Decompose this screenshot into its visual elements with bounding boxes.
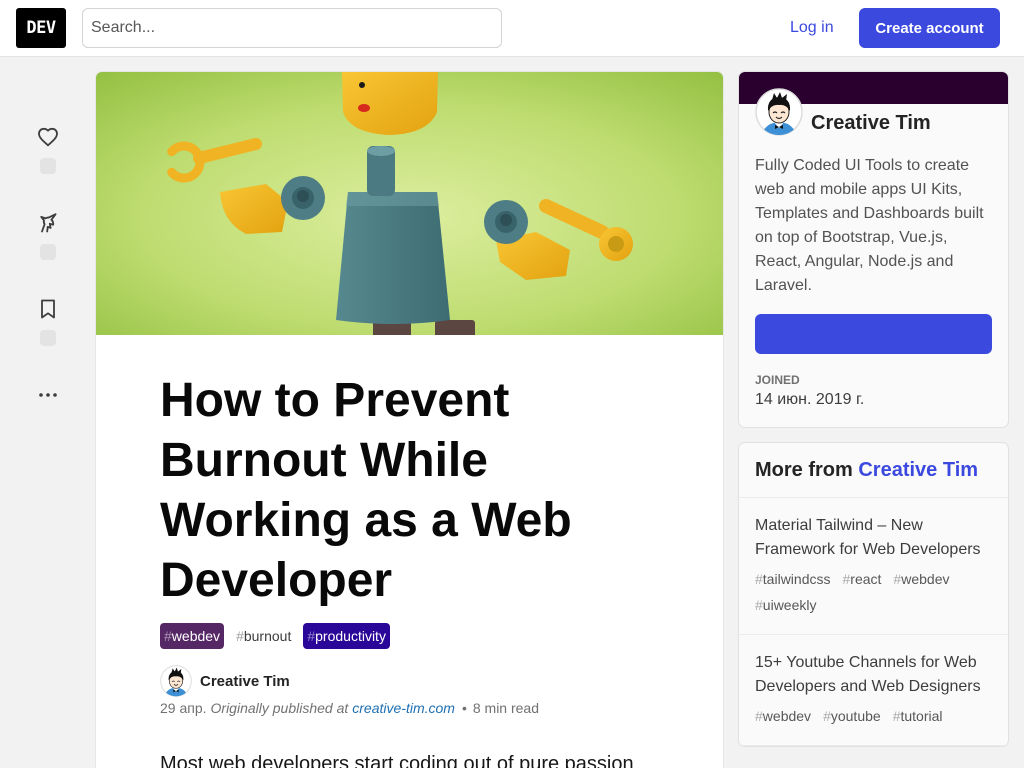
more-from-prefix: More from <box>755 459 853 481</box>
ellipsis-icon <box>28 375 68 415</box>
dev-logo[interactable]: DEV <box>16 8 66 48</box>
post-tag[interactable]: #youtube <box>823 703 881 729</box>
list-item[interactable]: 15+ Youtube Channels for Web Developers … <box>739 635 1008 746</box>
tag-label: webdev <box>901 571 950 587</box>
tag-burnout[interactable]: # burnout <box>232 623 295 649</box>
more-from-card: More from Creative Tim Material Tailwind… <box>739 443 1008 746</box>
tag-hash: # <box>892 708 901 724</box>
tag-label: youtube <box>830 708 881 724</box>
post-tag[interactable]: #uiweekly <box>755 592 817 618</box>
bookmark-icon <box>28 289 68 329</box>
author-avatar[interactable] <box>160 665 192 697</box>
post-tags: #webdev #youtube #tutorial <box>755 703 992 729</box>
reaction-count <box>40 244 56 260</box>
post-tag[interactable]: #webdev <box>755 703 811 729</box>
tag-hash: # <box>755 597 763 613</box>
more-options-button[interactable] <box>28 375 68 415</box>
article-header: How to Prevent Burnout While Working as … <box>96 335 723 749</box>
post-tag[interactable]: #react <box>843 566 882 592</box>
article-card: How to Prevent Burnout While Working as … <box>96 72 723 768</box>
tag-hash: # <box>823 708 831 724</box>
post-tag[interactable]: #tutorial <box>893 703 943 729</box>
tag-webdev[interactable]: # webdev <box>160 623 225 649</box>
unicorn-icon <box>28 203 68 243</box>
article-paragraph: Most web developers start coding out of … <box>160 753 634 768</box>
author-name-link[interactable]: Creative Tim <box>200 673 290 690</box>
tag-hash: # <box>164 628 172 644</box>
publish-date: 29 апр. <box>160 700 207 716</box>
tag-hash: # <box>755 708 763 724</box>
tag-hash: # <box>842 571 851 587</box>
reaction-count <box>40 330 56 346</box>
more-from-author-link[interactable]: Creative Tim <box>858 459 978 481</box>
reaction-count <box>40 158 56 174</box>
cover-image <box>96 72 723 335</box>
site-header: DEV Log in Create account <box>0 0 1024 57</box>
meta-separator: • <box>461 700 467 716</box>
heart-icon <box>28 117 68 157</box>
login-link[interactable]: Log in <box>774 8 850 48</box>
read-time: 8 min read <box>472 700 540 716</box>
article-meta: 29 апр. Originally published at creative-t… <box>160 699 659 717</box>
article-title: How to Prevent Burnout While Working as … <box>160 374 572 607</box>
article-body: Most web developers start coding out of … <box>96 749 723 768</box>
list-item[interactable]: Material Tailwind – New Framework for We… <box>739 498 1008 635</box>
like-reaction-button[interactable] <box>28 117 68 174</box>
tag-label: webdev <box>171 628 221 644</box>
search-input[interactable] <box>82 8 502 48</box>
tag-hash: # <box>236 628 244 644</box>
joined-date: 14 июн. 2019 г. <box>755 391 865 408</box>
post-title: 15+ Youtube Channels for Web Developers … <box>755 654 981 695</box>
profile-description: Fully Coded UI Tools to create web and m… <box>755 157 984 294</box>
post-tag[interactable]: #tailwindcss <box>755 566 831 592</box>
reaction-sidebar <box>16 72 80 415</box>
create-account-button[interactable]: Create account <box>859 8 1000 48</box>
author-profile-card: Creative Tim Fully Coded UI Tools to cre… <box>739 72 1008 427</box>
profile-avatar[interactable] <box>755 88 803 136</box>
author-row: Creative Tim <box>160 665 659 697</box>
tag-label: burnout <box>243 628 292 644</box>
originally-published-label: Originally published at <box>210 700 349 716</box>
tag-productivity[interactable]: # productivity <box>303 623 390 649</box>
unicorn-reaction-button[interactable] <box>28 203 68 260</box>
more-from-heading: More from Creative Tim <box>739 443 1008 498</box>
right-sidebar: Creative Tim Fully Coded UI Tools to cre… <box>739 72 1008 746</box>
article-tags: # webdev # burnout # productivity <box>160 623 659 649</box>
tag-hash: # <box>755 571 763 587</box>
tag-label: react <box>850 571 882 587</box>
post-title: Material Tailwind – New Framework for We… <box>755 517 981 558</box>
tag-hash: # <box>307 628 316 644</box>
post-tags: #tailwindcss #react #webdev #uiweekly <box>755 566 992 618</box>
tag-label: uiweekly <box>762 597 817 613</box>
tag-label: tailwindcss <box>762 571 831 587</box>
profile-header: Creative Tim <box>755 88 992 136</box>
tag-label: webdev <box>762 708 812 724</box>
tag-label: productivity <box>315 628 386 644</box>
tag-hash: # <box>893 571 902 587</box>
follow-button[interactable] <box>755 314 992 354</box>
profile-name-link[interactable]: Creative Tim <box>811 111 931 136</box>
original-source-link[interactable]: creative-tim.com <box>352 700 455 716</box>
bookmark-button[interactable] <box>28 289 68 346</box>
tag-label: tutorial <box>900 708 943 724</box>
joined-label: JOINED <box>755 373 800 387</box>
post-tag[interactable]: #webdev <box>893 566 949 592</box>
